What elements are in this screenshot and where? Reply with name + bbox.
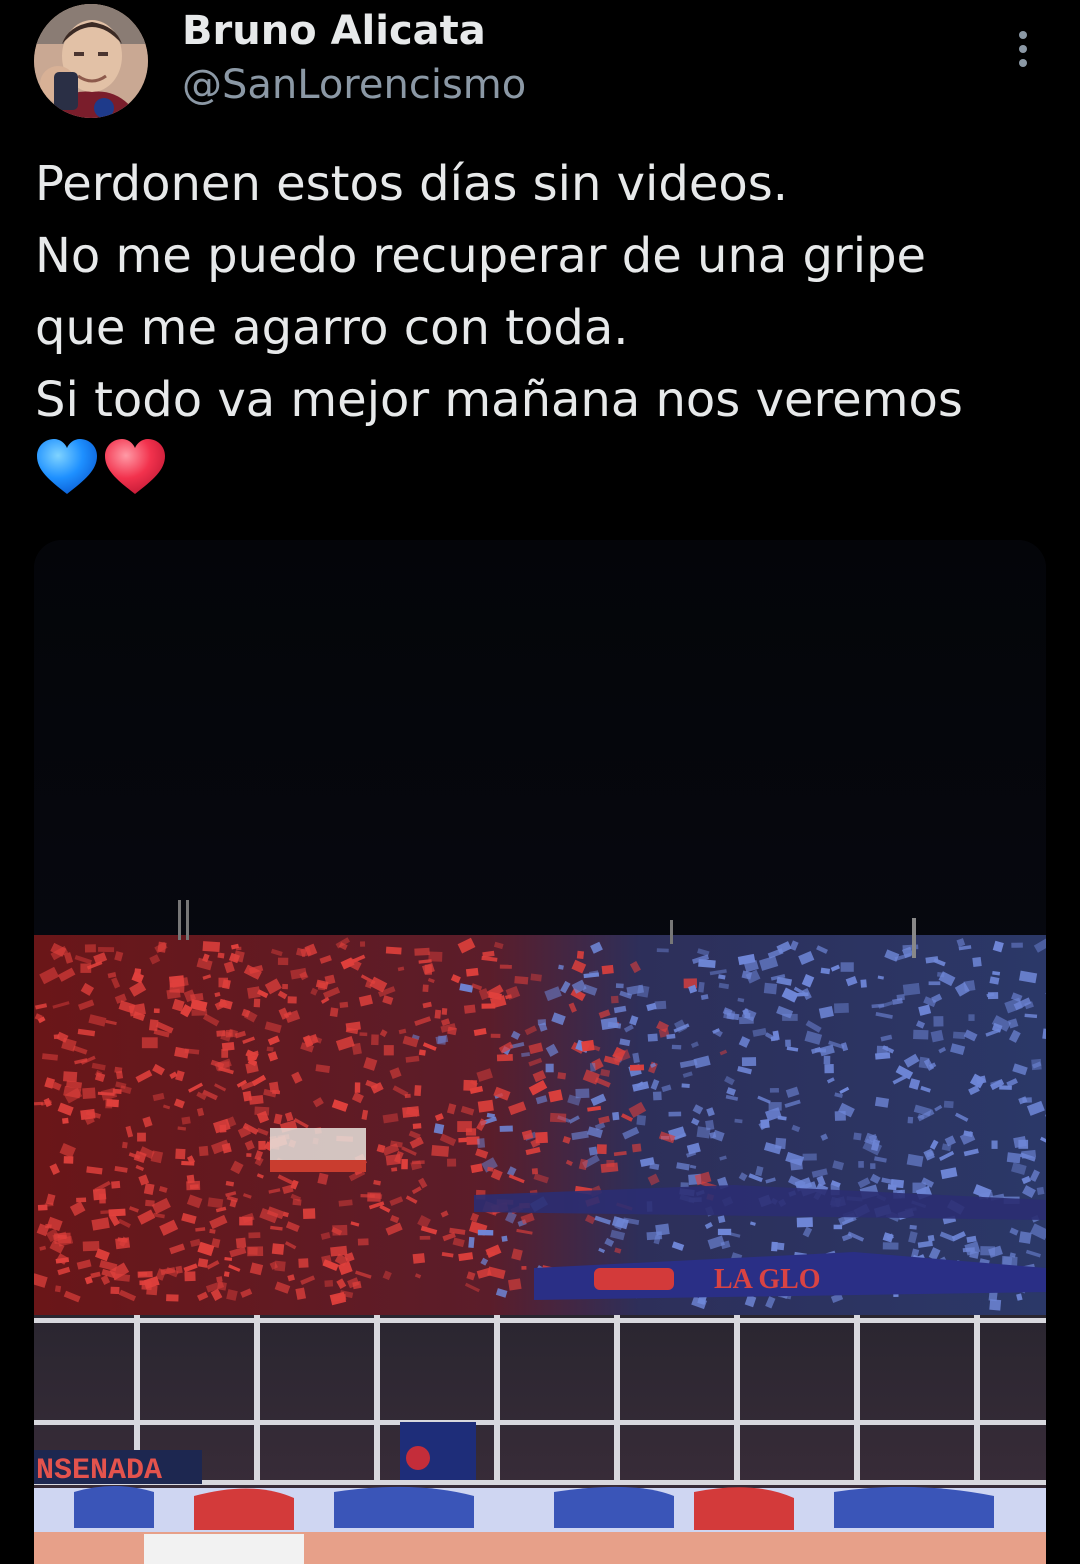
tweet-text-line: No me puedo recuperar de una gripe [35, 228, 927, 284]
tweet-text-line: Si todo va mejor mañana nos veremos [35, 372, 963, 428]
emoji-row [35, 436, 167, 500]
tweet-text: Perdonen estos días sin videos. No me pu… [35, 148, 1045, 436]
tweet-text-line: Perdonen estos días sin videos. [35, 156, 788, 212]
avatar[interactable] [34, 4, 148, 118]
avatar-image [34, 4, 148, 118]
ad-board-text: NSENADA [36, 1454, 162, 1488]
author-handle[interactable]: @SanLorencismo [182, 62, 526, 108]
tweet-media-photo[interactable]: LA GLO NSENADA [34, 540, 1046, 1564]
author-display-name[interactable]: Bruno Alicata [182, 8, 486, 54]
blue-heart-icon [37, 439, 97, 494]
banner-text: LA GLO [714, 1264, 821, 1295]
stadium-crowd-image: LA GLO NSENADA [34, 540, 1046, 1564]
red-heart-icon [105, 439, 165, 494]
tweet-text-line: que me agarro con toda. [35, 300, 629, 356]
more-vertical-icon[interactable] [1010, 28, 1036, 70]
